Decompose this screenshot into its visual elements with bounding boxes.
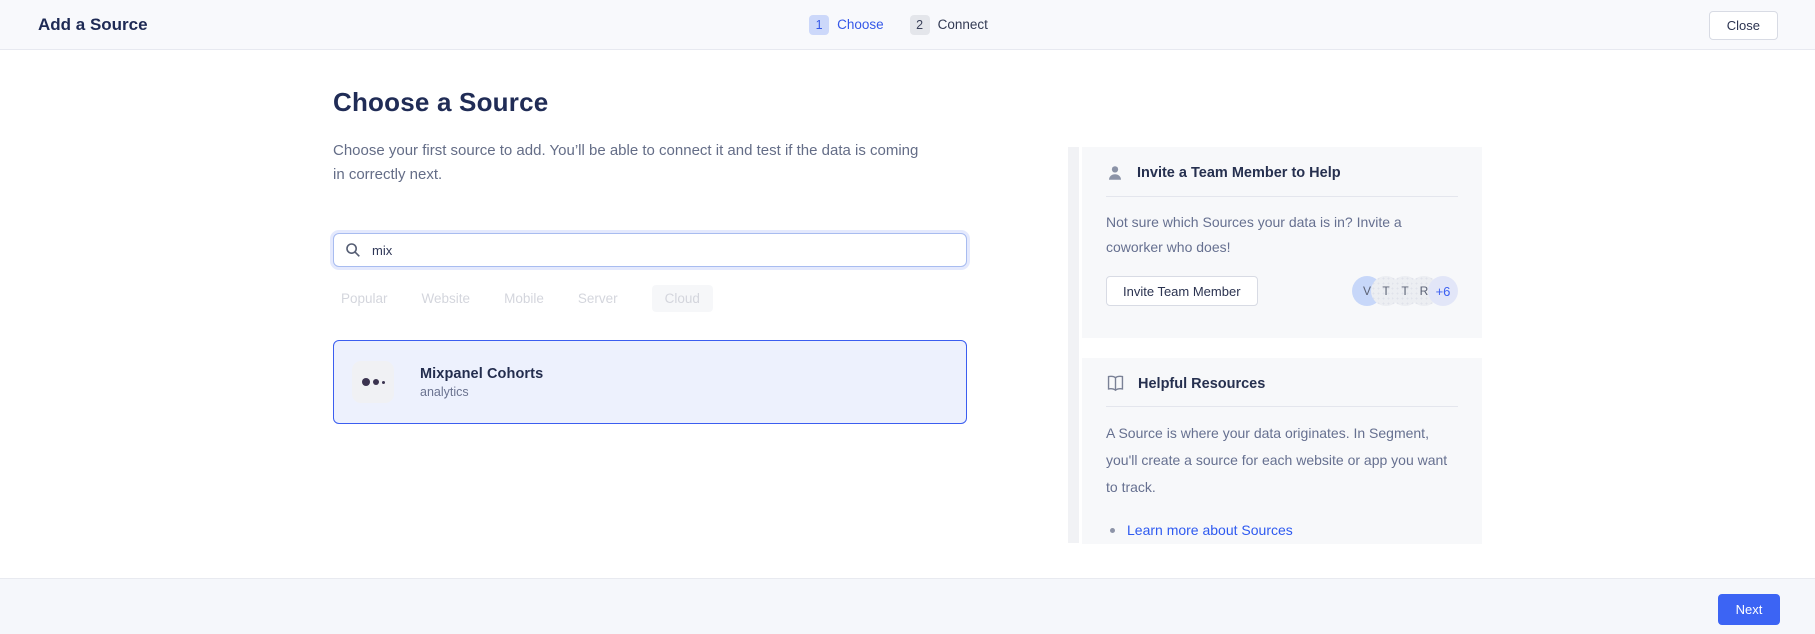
step-2-connect[interactable]: Connect [938,17,988,32]
source-name: Mixpanel Cohorts [420,366,543,382]
step-1-badge: 1 [809,15,829,35]
tab-server[interactable]: Server [578,285,618,312]
resources-card-header: Helpful Resources [1082,358,1482,392]
bullet-icon [1110,528,1115,533]
tab-mobile[interactable]: Mobile [504,285,544,312]
choose-source-panel: Choose a Source Choose your first source… [333,50,967,424]
helpful-resources-card: Helpful Resources A Source is where your… [1082,358,1482,544]
close-button[interactable]: Close [1709,11,1778,40]
section-description: Choose your first source to add. You’ll … [333,139,933,187]
invite-actions-row: Invite Team Member V T T R +6 [1082,260,1482,306]
avatar-overflow-count: +6 [1428,276,1458,306]
top-bar: Add a Source 1 Choose 2 Connect Close [0,0,1815,50]
source-search [333,233,967,267]
team-avatars: V T T R +6 [1352,276,1458,306]
scrollbar-track[interactable] [1068,147,1079,543]
resources-link-row: Learn more about Sources [1082,501,1482,538]
tab-popular[interactable]: Popular [341,285,388,312]
wizard-stepper: 1 Choose 2 Connect [809,15,1006,35]
next-button[interactable]: Next [1718,594,1780,625]
invite-card-header: Invite a Team Member to Help [1082,147,1482,182]
invite-card-body: Not sure which Sources your data is in? … [1082,197,1482,260]
resources-card-title: Helpful Resources [1138,376,1265,392]
learn-more-sources-link[interactable]: Learn more about Sources [1127,522,1293,538]
section-heading: Choose a Source [333,87,967,118]
source-category: analytics [420,385,543,399]
tab-website[interactable]: Website [422,285,471,312]
tab-cloud[interactable]: Cloud [652,285,713,312]
category-tabs: Popular Website Mobile Server Cloud [333,285,967,312]
source-result-mixpanel-cohorts[interactable]: Mixpanel Cohorts analytics [333,340,967,424]
step-1-choose[interactable]: Choose [837,17,884,32]
page-title: Add a Source [38,15,148,35]
person-icon [1106,164,1124,182]
invite-card-title: Invite a Team Member to Help [1137,165,1341,181]
footer-bar: Next [0,578,1815,634]
open-book-icon [1106,375,1125,392]
invite-team-card: Invite a Team Member to Help Not sure wh… [1082,147,1482,338]
resources-card-body: A Source is where your data originates. … [1082,407,1482,501]
mixpanel-dots-logo-icon [352,361,394,403]
search-input[interactable] [333,233,967,267]
invite-team-member-button[interactable]: Invite Team Member [1106,276,1258,306]
step-2-badge: 2 [910,15,930,35]
source-text: Mixpanel Cohorts analytics [420,366,543,399]
